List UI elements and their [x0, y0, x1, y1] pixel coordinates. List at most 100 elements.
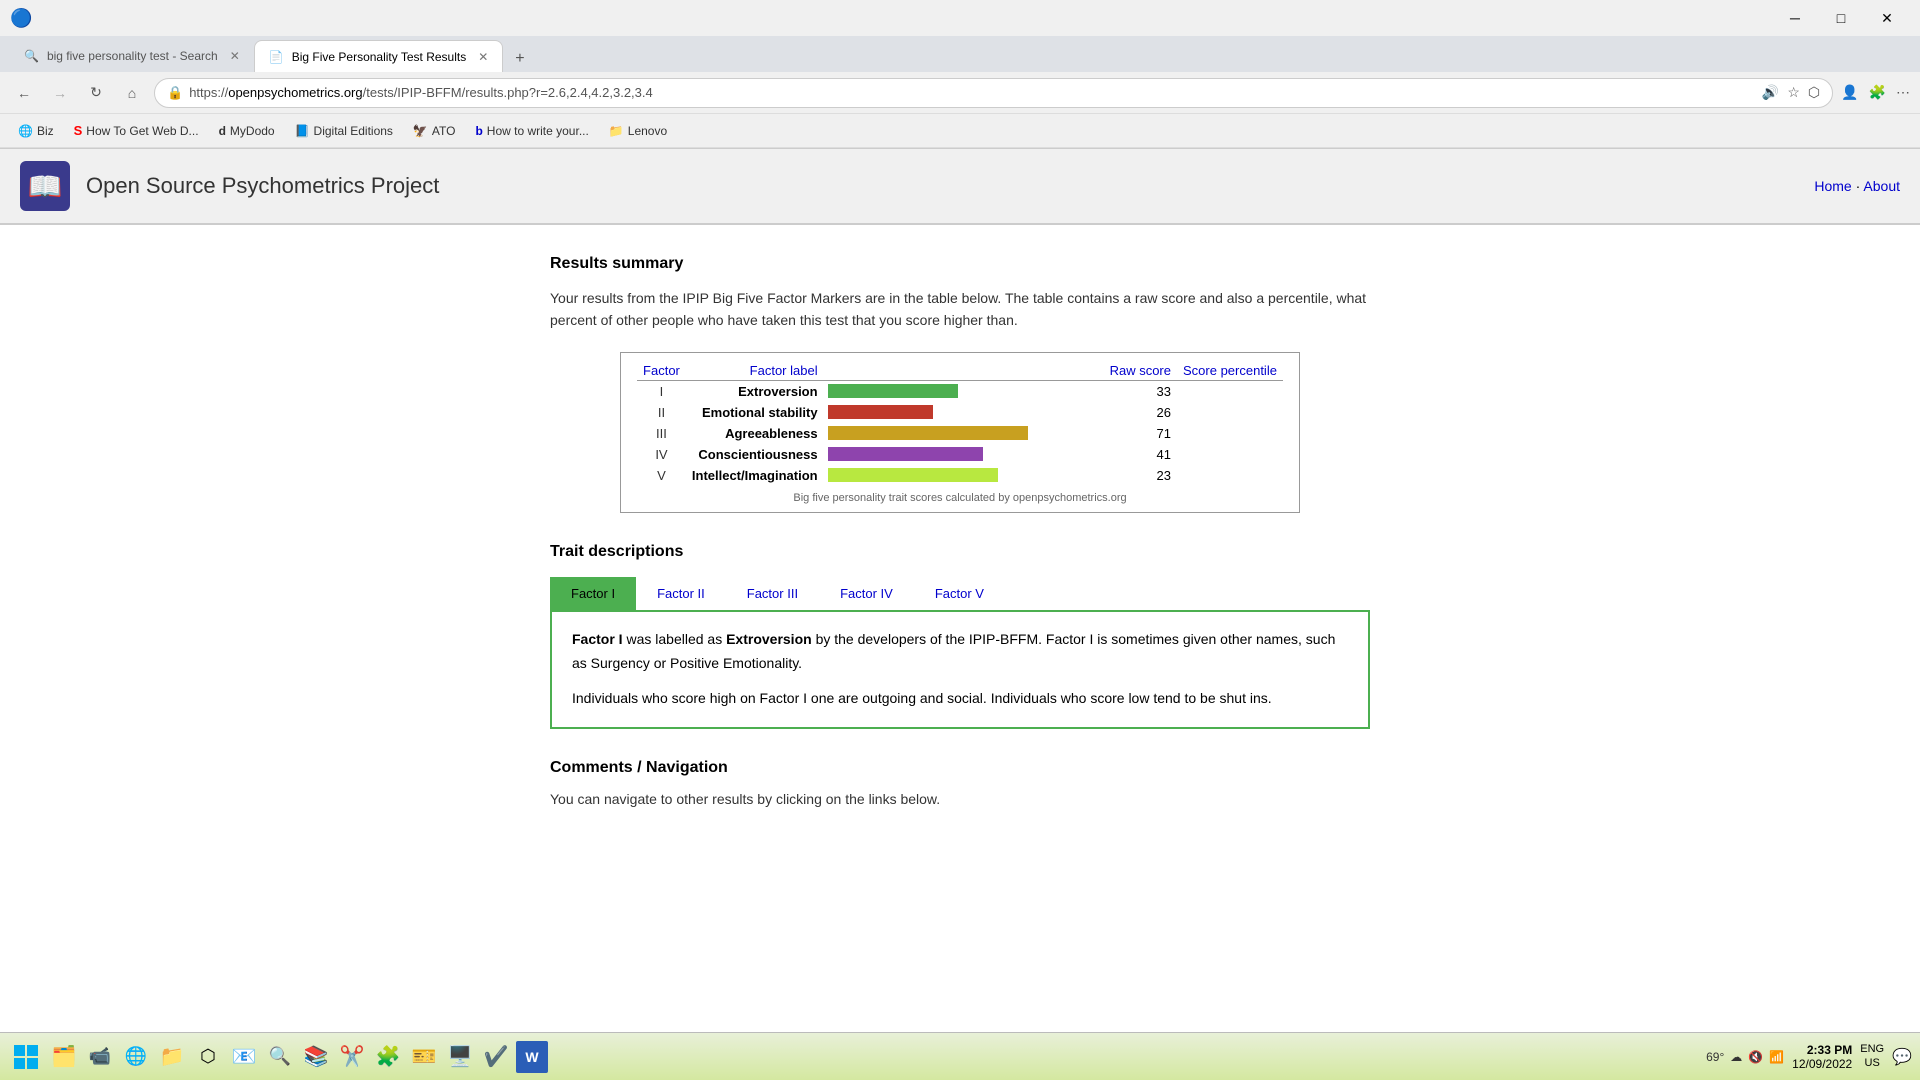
taskbar-lang: ENG US	[1860, 1043, 1884, 1069]
new-tab-button[interactable]: +	[507, 46, 532, 72]
traits-heading: Trait descriptions	[550, 543, 1370, 561]
page-content: Results summary Your results from the IP…	[530, 225, 1390, 837]
bookmark-lenovo-label: Lenovo	[628, 124, 667, 138]
taskbar-folder-icon[interactable]: 📁	[156, 1041, 188, 1073]
bookmark-web-icon: S	[74, 123, 83, 138]
taskbar-scissors-icon[interactable]: ✂️	[336, 1041, 368, 1073]
col-raw: Raw score	[1104, 361, 1177, 381]
trait-text-middle: was labelled as	[626, 631, 726, 647]
results-table-border: Factor Factor label Raw score Score perc…	[620, 352, 1300, 513]
taskbar-ticket-icon[interactable]: 🎫	[408, 1041, 440, 1073]
taskbar-time: 2:33 PM	[1792, 1043, 1852, 1057]
factor-num: IV	[637, 444, 686, 465]
bookmark-write-label: How to write your...	[487, 124, 589, 138]
home-button[interactable]: ⌂	[118, 79, 146, 107]
site-header: 📖 Open Source Psychometrics Project Home…	[0, 149, 1920, 225]
taskbar-cloud-icon: ☁	[1730, 1050, 1742, 1064]
factor-num: II	[637, 402, 686, 423]
taskbar-puzzle-icon[interactable]: 🧩	[372, 1041, 404, 1073]
taskbar-word-icon[interactable]: W	[516, 1041, 548, 1073]
bookmark-digital-label: Digital Editions	[314, 124, 393, 138]
start-button[interactable]	[8, 1039, 44, 1075]
trait-paragraph-2: Individuals who score high on Factor I o…	[572, 687, 1348, 711]
raw-score: 33	[1104, 380, 1177, 402]
bookmark-biz-label: Biz	[37, 124, 54, 138]
refresh-button[interactable]: ↻	[82, 79, 110, 107]
close-button[interactable]: ✕	[1864, 0, 1910, 36]
tab-results[interactable]: 📄 Big Five Personality Test Results ✕	[254, 40, 504, 72]
notification-icon[interactable]: 💬	[1892, 1047, 1912, 1067]
maximize-button[interactable]: □	[1818, 0, 1864, 36]
tab-results-close[interactable]: ✕	[478, 50, 488, 64]
tab-search-close[interactable]: ✕	[230, 49, 240, 63]
taskbar-region: US	[1860, 1057, 1884, 1070]
bar-cell	[824, 402, 1104, 423]
bookmark-lenovo[interactable]: 📁 Lenovo	[601, 121, 675, 141]
taskbar-check-icon[interactable]: ✔️	[480, 1041, 512, 1073]
menu-icon[interactable]: ⋯	[1896, 84, 1910, 101]
taskbar-mail-icon[interactable]: 📧	[228, 1041, 260, 1073]
taskbar-edge-icon[interactable]: 🌐	[120, 1041, 152, 1073]
tab-factor-I[interactable]: Factor I	[550, 577, 636, 610]
comments-section: Comments / Navigation You can navigate t…	[550, 759, 1370, 807]
factor-num: V	[637, 465, 686, 486]
url-path: /tests/IPIP-BFFM/results.php?r=2.6,2.4,4…	[363, 85, 653, 100]
factor-label: Emotional stability	[686, 402, 824, 423]
home-link[interactable]: Home	[1814, 178, 1851, 194]
site-nav: Home · About	[1814, 178, 1900, 194]
taskbar-video-icon[interactable]: 📹	[84, 1041, 116, 1073]
svg-text:📖: 📖	[28, 171, 63, 202]
taskbar-search-icon[interactable]: 🗂️	[48, 1041, 80, 1073]
results-summary-section: Results summary Your results from the IP…	[550, 255, 1370, 513]
url-domain: openpsychometrics.org	[228, 85, 362, 100]
url-bar[interactable]: 🔒 https://openpsychometrics.org/tests/IP…	[154, 78, 1833, 108]
taskbar-clock: 2:33 PM 12/09/2022	[1792, 1043, 1852, 1071]
taskbar-cortana-icon[interactable]: 🔍	[264, 1041, 296, 1073]
taskbar-store-icon[interactable]: ⬡	[192, 1041, 224, 1073]
profile-icon[interactable]: 👤	[1841, 84, 1858, 101]
taskbar-sys: 69° ☁ 🔇 📶	[1706, 1050, 1784, 1064]
url-text[interactable]: https://openpsychometrics.org/tests/IPIP…	[189, 85, 1756, 100]
tab-results-title: Big Five Personality Test Results	[292, 50, 467, 64]
about-link[interactable]: About	[1863, 178, 1900, 194]
bookmark-ato-icon: 🦅	[413, 124, 428, 138]
minimize-button[interactable]: ─	[1772, 0, 1818, 36]
favorites-icon[interactable]: ☆	[1787, 84, 1800, 101]
col-percentile: Score percentile	[1177, 361, 1283, 381]
table-row: IV Conscientiousness 41	[637, 444, 1283, 465]
collections-icon[interactable]: ⬡	[1808, 84, 1820, 101]
bookmark-biz[interactable]: 🌐 Biz	[10, 121, 62, 141]
back-button[interactable]: ←	[10, 79, 38, 107]
window-controls[interactable]: ─ □ ✕	[1772, 0, 1910, 36]
tab-search[interactable]: 🔍 big five personality test - Search ✕	[10, 40, 254, 72]
trait-content-box: Factor I was labelled as Extroversion by…	[550, 610, 1370, 729]
tab-factor-III[interactable]: Factor III	[726, 577, 819, 610]
tab-factor-IV[interactable]: Factor IV	[819, 577, 914, 610]
tab-factor-V[interactable]: Factor V	[914, 577, 1005, 610]
extensions-icon[interactable]: 🧩	[1869, 84, 1886, 101]
bookmark-ato[interactable]: 🦅 ATO	[405, 121, 464, 141]
bar-cell	[824, 465, 1104, 486]
tab-factor-II[interactable]: Factor II	[636, 577, 726, 610]
browser-toolbar-icons: 👤 🧩 ⋯	[1841, 84, 1910, 101]
read-aloud-icon[interactable]: 🔊	[1762, 84, 1779, 101]
bookmark-mydodo[interactable]: d MyDodo	[211, 121, 283, 141]
col-factor-label: Factor label	[686, 361, 824, 381]
factor-label: Extroversion	[686, 380, 824, 402]
bookmark-write[interactable]: b How to write your...	[467, 121, 596, 141]
taskbar-book-icon[interactable]: 📚	[300, 1041, 332, 1073]
bookmark-digital[interactable]: 📘 Digital Editions	[287, 121, 401, 141]
taskbar-desktop-icon[interactable]: 🖥️	[444, 1041, 476, 1073]
tab-bar: 🔍 big five personality test - Search ✕ 📄…	[0, 36, 1920, 72]
score-bar	[828, 468, 998, 482]
bar-cell	[824, 423, 1104, 444]
score-bar	[828, 405, 933, 419]
bookmark-biz-icon: 🌐	[18, 124, 33, 138]
bookmark-web[interactable]: S How To Get Web D...	[66, 120, 207, 141]
bookmark-web-label: How To Get Web D...	[86, 124, 198, 138]
taskbar-right: 69° ☁ 🔇 📶 2:33 PM 12/09/2022 ENG US 💬	[1706, 1043, 1912, 1071]
forward-button[interactable]: →	[46, 79, 74, 107]
taskbar-network-icon[interactable]: 📶	[1769, 1050, 1784, 1064]
table-row: III Agreeableness 71	[637, 423, 1283, 444]
taskbar-speaker-icon[interactable]: 🔇	[1748, 1050, 1763, 1064]
